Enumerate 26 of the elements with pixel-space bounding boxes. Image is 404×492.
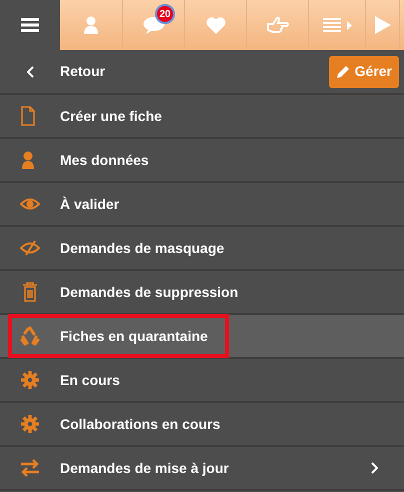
- crossed-eye-icon: [20, 238, 40, 258]
- menu-item[interactable]: Demandes de mise à jour: [0, 447, 404, 491]
- toolbar-button[interactable]: 20: [123, 0, 185, 50]
- trash-icon: [20, 282, 40, 302]
- caret-icon: [346, 20, 352, 30]
- heart-icon: [206, 16, 226, 34]
- menu-item[interactable]: Mes données: [0, 139, 404, 183]
- pencil-icon: [336, 64, 351, 79]
- pointing-hand-icon: [266, 16, 288, 34]
- menu-icon: [21, 18, 39, 32]
- list-icon: [322, 18, 340, 32]
- menu-item[interactable]: Collaborations en cours: [0, 403, 404, 447]
- notification-badge: 20: [155, 4, 175, 24]
- menu-item[interactable]: À valider: [0, 183, 404, 227]
- gear-icon: [20, 414, 40, 434]
- play-icon: [374, 16, 390, 34]
- menu-item[interactable]: Créer une fiche: [0, 95, 404, 139]
- menu-item[interactable]: En cours: [0, 359, 404, 403]
- menu-item[interactable]: Demandes de masquage: [0, 227, 404, 271]
- gear-icon: [20, 370, 40, 390]
- recycle-icon: [20, 326, 40, 346]
- chevron-left-icon: [26, 66, 34, 78]
- user-icon: [83, 16, 99, 34]
- swap-arrows-icon: [20, 458, 40, 478]
- back-label[interactable]: Retour: [60, 61, 106, 82]
- menu-item[interactable]: Fiches en quarantaine: [0, 315, 404, 359]
